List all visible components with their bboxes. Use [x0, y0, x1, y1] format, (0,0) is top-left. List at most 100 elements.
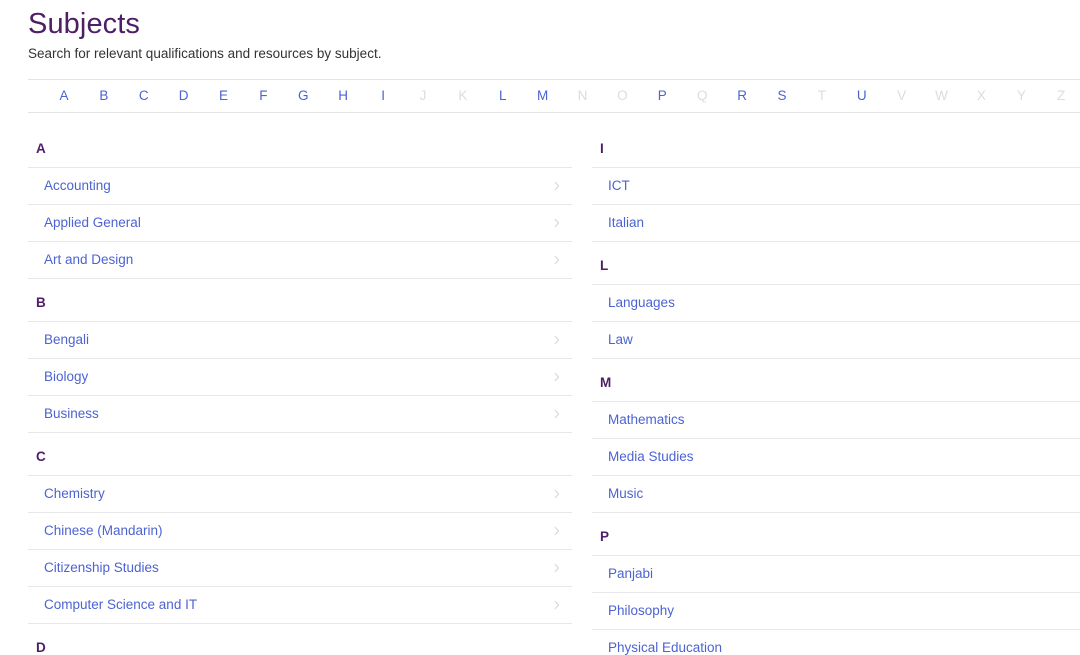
- alphabet-link-s[interactable]: S: [762, 87, 802, 105]
- subject-row[interactable]: Music: [592, 476, 1080, 513]
- page-subtitle: Search for relevant qualifications and r…: [28, 46, 382, 61]
- subject-link[interactable]: Computer Science and IT: [44, 596, 197, 614]
- subject-link[interactable]: Languages: [608, 294, 675, 312]
- chevron-right-icon: [552, 372, 562, 382]
- subject-list-l: Languages Law: [592, 284, 1080, 359]
- letter-heading-l: L: [600, 258, 609, 273]
- subject-link[interactable]: Philosophy: [608, 602, 674, 620]
- alphabet-link-o: O: [617, 88, 628, 103]
- letter-heading-p: P: [600, 529, 610, 544]
- page-header: Subjects Search for relevant qualificati…: [0, 0, 1080, 63]
- subject-row[interactable]: Art and Design: [28, 242, 572, 279]
- chevron-right-icon: [552, 181, 562, 191]
- letter-group-i: I ICT Italian: [592, 125, 1080, 242]
- subject-row[interactable]: Law: [592, 322, 1080, 359]
- subject-link[interactable]: Chemistry: [44, 485, 105, 503]
- subject-link[interactable]: Art and Design: [44, 251, 133, 269]
- alphabet-link-h[interactable]: H: [323, 87, 363, 105]
- subject-link[interactable]: Applied General: [44, 214, 141, 232]
- alphabet-link-a[interactable]: A: [44, 87, 84, 105]
- subjects-page: Subjects Search for relevant qualificati…: [0, 0, 1080, 655]
- alphabet-link-u[interactable]: U: [842, 87, 882, 105]
- alphabet-link-g[interactable]: G: [283, 87, 323, 105]
- subject-list-m: Mathematics Media Studies Music: [592, 401, 1080, 513]
- chevron-right-icon: [552, 489, 562, 499]
- alphabet-link-n: N: [577, 88, 588, 103]
- subject-row[interactable]: Chemistry: [28, 476, 572, 513]
- alphabet-link-w: W: [935, 88, 948, 103]
- alphabet-link-z: Z: [1057, 88, 1066, 103]
- alphabet-link-m[interactable]: M: [523, 87, 563, 105]
- subject-list-i: ICT Italian: [592, 167, 1080, 242]
- subject-link[interactable]: Mathematics: [608, 411, 685, 429]
- letter-heading-m: M: [600, 375, 612, 390]
- letter-heading-c: C: [36, 449, 46, 464]
- subject-row[interactable]: Media Studies: [592, 439, 1080, 476]
- letter-heading-i: I: [600, 141, 604, 156]
- letter-group-c: C Chemistry Chinese (Mandarin) Citizenship …: [28, 433, 572, 624]
- subject-columns: A Accounting Applied General Art and Design…: [0, 113, 1080, 655]
- alphabet-link-i[interactable]: I: [363, 87, 403, 105]
- subject-list-p: Panjabi Philosophy Physical Education: [592, 555, 1080, 655]
- chevron-right-icon: [552, 409, 562, 419]
- letter-heading-b: B: [36, 295, 46, 310]
- subject-row[interactable]: Computer Science and IT: [28, 587, 572, 624]
- subject-link[interactable]: Business: [44, 405, 99, 423]
- letter-group-l: L Languages Law: [592, 242, 1080, 359]
- alphabet-link-q: Q: [696, 88, 708, 103]
- subject-link[interactable]: Citizenship Studies: [44, 559, 159, 577]
- letter-group-b: B Bengali Biology Business: [28, 279, 572, 433]
- subject-row[interactable]: Business: [28, 396, 572, 433]
- letter-group-d: D: [28, 624, 572, 655]
- page-title: Subjects: [28, 8, 141, 40]
- subject-link[interactable]: Chinese (Mandarin): [44, 522, 163, 540]
- subject-link[interactable]: Accounting: [44, 177, 111, 195]
- alphabet-link-y: Y: [1016, 88, 1026, 103]
- subject-row[interactable]: Bengali: [28, 322, 572, 359]
- alphabet-link-l[interactable]: L: [483, 87, 523, 105]
- subject-row[interactable]: Chinese (Mandarin): [28, 513, 572, 550]
- letter-group-m: M Mathematics Media Studies Music: [592, 359, 1080, 513]
- subject-row[interactable]: Italian: [592, 205, 1080, 242]
- subject-row[interactable]: Biology: [28, 359, 572, 396]
- chevron-right-icon: [552, 335, 562, 345]
- subject-list-b: Bengali Biology Business: [28, 321, 572, 433]
- subject-row[interactable]: Citizenship Studies: [28, 550, 572, 587]
- letter-group-a: A Accounting Applied General Art and Design: [28, 125, 572, 279]
- alphabet-link-r[interactable]: R: [722, 87, 762, 105]
- chevron-right-icon: [552, 526, 562, 536]
- subject-link[interactable]: Physical Education: [608, 639, 722, 655]
- alphabet-link-x: X: [976, 88, 986, 103]
- subject-row[interactable]: Accounting: [28, 168, 572, 205]
- alphabet-link-p[interactable]: P: [642, 87, 682, 105]
- subject-link[interactable]: ICT: [608, 177, 630, 195]
- alphabet-link-f[interactable]: F: [243, 87, 283, 105]
- subject-list-c: Chemistry Chinese (Mandarin) Citizenship S…: [28, 475, 572, 624]
- alphabet-link-b[interactable]: B: [84, 87, 124, 105]
- subject-row[interactable]: Applied General: [28, 205, 572, 242]
- subject-row[interactable]: Philosophy: [592, 593, 1080, 630]
- subject-link[interactable]: Media Studies: [608, 448, 694, 466]
- subject-row[interactable]: Panjabi: [592, 556, 1080, 593]
- alphabet-link-v: V: [897, 88, 907, 103]
- subject-link[interactable]: Law: [608, 331, 633, 349]
- subject-link[interactable]: Bengali: [44, 331, 89, 349]
- subject-link[interactable]: Panjabi: [608, 565, 653, 583]
- subject-link[interactable]: Biology: [44, 368, 88, 386]
- subject-row[interactable]: Languages: [592, 285, 1080, 322]
- subject-row[interactable]: ICT: [592, 168, 1080, 205]
- letter-heading-d: D: [36, 640, 46, 655]
- chevron-right-icon: [552, 563, 562, 573]
- subject-link[interactable]: Music: [608, 485, 643, 503]
- alphabet-link-d[interactable]: D: [164, 87, 204, 105]
- chevron-right-icon: [552, 218, 562, 228]
- subject-link[interactable]: Italian: [608, 214, 644, 232]
- subject-row[interactable]: Physical Education: [592, 630, 1080, 655]
- alphabet-link-e[interactable]: E: [204, 87, 244, 105]
- subject-row[interactable]: Mathematics: [592, 402, 1080, 439]
- chevron-right-icon: [552, 600, 562, 610]
- subject-column-right: I ICT Italian L Languages Law M Mathematics Medi…: [592, 125, 1080, 655]
- alphabet-link-c[interactable]: C: [124, 87, 164, 105]
- alphabet-link-t: T: [817, 88, 826, 103]
- subject-list-a: Accounting Applied General Art and Design: [28, 167, 572, 279]
